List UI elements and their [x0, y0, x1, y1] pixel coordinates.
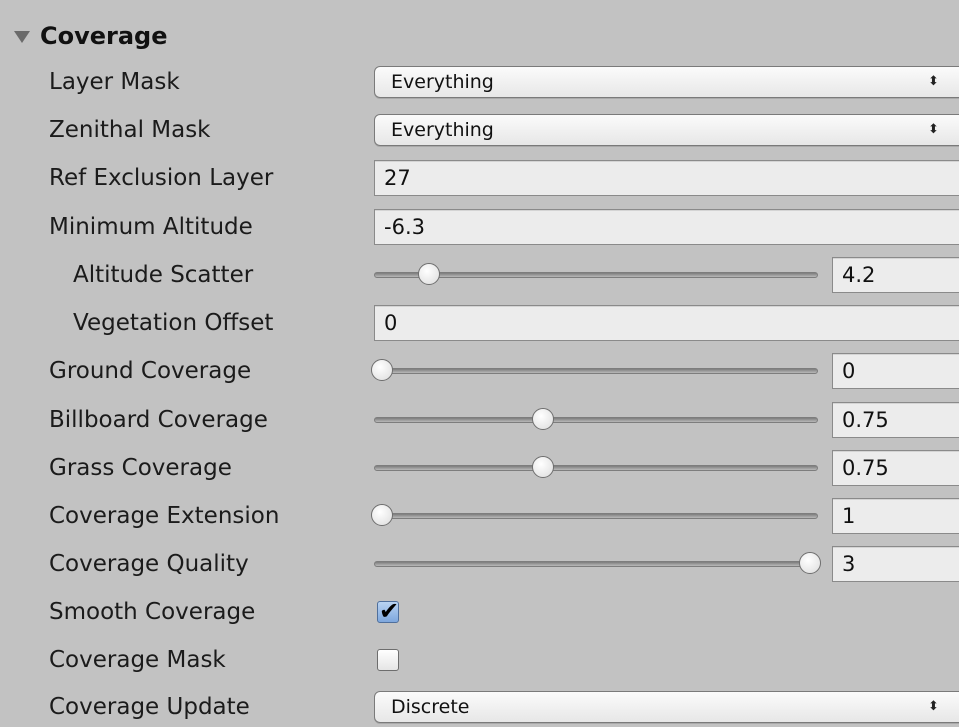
- coverage-extension-field[interactable]: 1: [832, 498, 959, 534]
- altitude-scatter-field[interactable]: 4.2: [832, 257, 959, 293]
- minimum-altitude-label: Minimum Altitude: [49, 214, 253, 240]
- coverage-mask-checkbox[interactable]: [377, 649, 399, 671]
- row-coverage-quality: Coverage Quality 3: [0, 540, 959, 588]
- altitude-scatter-slider[interactable]: [374, 272, 818, 278]
- triangle-down-icon[interactable]: [14, 31, 30, 43]
- zenithal-mask-label: Zenithal Mask: [49, 117, 211, 143]
- ref-exclusion-layer-field[interactable]: 27: [374, 160, 959, 196]
- zenithal-mask-popup[interactable]: Everything ⬍: [374, 114, 959, 146]
- billboard-coverage-slider-thumb[interactable]: [531, 408, 554, 430]
- coverage-update-label: Coverage Update: [49, 694, 250, 720]
- ref-exclusion-layer-value: 27: [384, 166, 411, 190]
- popup-arrows-icon: ⬍: [928, 122, 939, 137]
- row-ground-coverage: Ground Coverage 0: [0, 347, 959, 395]
- coverage-quality-label: Coverage Quality: [49, 551, 249, 577]
- altitude-scatter-slider-thumb[interactable]: [418, 263, 441, 285]
- row-ref-exclusion-layer: Ref Exclusion Layer 27: [0, 154, 959, 202]
- row-vegetation-offset: Vegetation Offset 0: [0, 299, 959, 347]
- row-grass-coverage: Grass Coverage 0.75: [0, 444, 959, 492]
- ref-exclusion-layer-label: Ref Exclusion Layer: [49, 165, 274, 191]
- coverage-extension-value: 1: [842, 504, 856, 528]
- grass-coverage-field[interactable]: 0.75: [832, 450, 959, 486]
- ground-coverage-slider-thumb[interactable]: [371, 359, 393, 381]
- coverage-extension-label: Coverage Extension: [49, 503, 280, 529]
- ground-coverage-field[interactable]: 0: [832, 353, 959, 389]
- popup-arrows-icon: ⬍: [928, 74, 939, 89]
- minimum-altitude-value: -6.3: [384, 215, 425, 239]
- billboard-coverage-field[interactable]: 0.75: [832, 402, 959, 438]
- coverage-update-popup[interactable]: Discrete ⬍: [374, 691, 959, 723]
- coverage-extension-slider[interactable]: [374, 513, 818, 519]
- minimum-altitude-field[interactable]: -6.3: [374, 209, 959, 245]
- vegetation-offset-value: 0: [384, 311, 398, 335]
- section-title: Coverage: [40, 22, 168, 50]
- row-coverage-mask: Coverage Mask: [0, 636, 959, 684]
- ground-coverage-value: 0: [842, 359, 856, 383]
- coverage-quality-field[interactable]: 3: [832, 546, 959, 582]
- grass-coverage-slider[interactable]: [374, 465, 818, 471]
- smooth-coverage-label: Smooth Coverage: [49, 599, 256, 625]
- billboard-coverage-label: Billboard Coverage: [49, 407, 268, 433]
- row-zenithal-mask: Zenithal Mask Everything ⬍: [0, 106, 959, 154]
- vegetation-offset-field[interactable]: 0: [374, 305, 959, 341]
- coverage-update-value: Discrete: [391, 696, 470, 718]
- smooth-coverage-checkbox[interactable]: ✔: [377, 597, 399, 625]
- coverage-extension-slider-thumb[interactable]: [371, 504, 393, 526]
- grass-coverage-label: Grass Coverage: [49, 455, 232, 481]
- vegetation-offset-label: Vegetation Offset: [73, 310, 274, 336]
- coverage-quality-slider-thumb[interactable]: [799, 552, 821, 574]
- ground-coverage-slider[interactable]: [374, 368, 818, 374]
- layer-mask-popup[interactable]: Everything ⬍: [374, 66, 959, 98]
- row-coverage-update: Coverage Update Discrete ⬍: [0, 683, 959, 727]
- coverage-foldout-header[interactable]: Coverage: [14, 18, 168, 54]
- row-smooth-coverage: Smooth Coverage ✔: [0, 588, 959, 636]
- row-coverage-extension: Coverage Extension 1: [0, 492, 959, 540]
- row-layer-mask: Layer Mask Everything ⬍: [0, 58, 959, 106]
- billboard-coverage-value: 0.75: [842, 408, 889, 432]
- layer-mask-value: Everything: [391, 71, 494, 93]
- inspector-panel: Coverage Layer Mask Everything ⬍ Zenitha…: [0, 0, 959, 727]
- altitude-scatter-value: 4.2: [842, 263, 876, 287]
- billboard-coverage-slider[interactable]: [374, 417, 818, 423]
- row-altitude-scatter: Altitude Scatter 4.2: [0, 251, 959, 299]
- grass-coverage-slider-thumb[interactable]: [531, 456, 554, 478]
- layer-mask-label: Layer Mask: [49, 69, 180, 95]
- coverage-quality-value: 3: [842, 552, 856, 576]
- ground-coverage-label: Ground Coverage: [49, 358, 252, 384]
- zenithal-mask-value: Everything: [391, 119, 494, 141]
- row-billboard-coverage: Billboard Coverage 0.75: [0, 396, 959, 444]
- grass-coverage-value: 0.75: [842, 456, 889, 480]
- coverage-mask-label: Coverage Mask: [49, 647, 226, 673]
- checkmark-icon: ✔: [379, 597, 400, 625]
- altitude-scatter-label: Altitude Scatter: [73, 262, 254, 288]
- popup-arrows-icon: ⬍: [928, 699, 939, 714]
- row-minimum-altitude: Minimum Altitude -6.3: [0, 203, 959, 251]
- coverage-quality-slider[interactable]: [374, 561, 818, 567]
